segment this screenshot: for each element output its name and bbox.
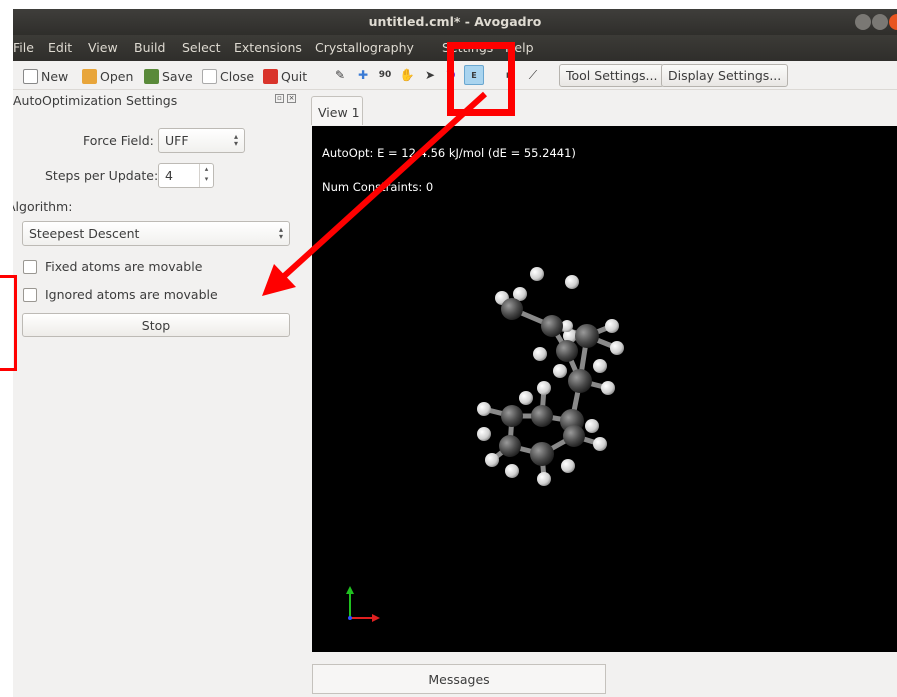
menu-bar: File Edit View Build Select Extensions C… — [13, 35, 897, 61]
updown-arrows-icon: ▴ ▾ — [278, 225, 283, 241]
folder-icon — [82, 68, 97, 84]
float-panel-icon[interactable]: ▫ — [275, 94, 284, 103]
power-icon — [263, 68, 278, 84]
main-toolbar: New Open Save Close Quit ✎ ✚ 90 ✋ ➤ ↻ E … — [13, 61, 897, 90]
new-button[interactable]: New — [23, 67, 68, 85]
steps-per-update-value: 4 — [165, 168, 173, 183]
fixed-atoms-checkbox[interactable] — [23, 260, 37, 274]
rotate-tool-icon[interactable]: ↻ — [443, 67, 459, 83]
messages-tab[interactable]: Messages — [312, 664, 606, 694]
panel-title: AutoOptimization Settings — [13, 93, 178, 108]
panel-controls: ▫ × — [275, 94, 296, 103]
display-settings-button[interactable]: Display Settings... — [661, 64, 789, 87]
align-tool-icon[interactable]: ⟋ — [525, 67, 541, 83]
menu-view[interactable]: View — [88, 40, 118, 55]
algorithm-select[interactable]: Steepest Descent ▴ ▾ — [22, 221, 290, 246]
force-field-select[interactable]: UFF ▴ ▾ — [158, 128, 245, 153]
steps-per-update-spinbox[interactable]: 4 ▴ ▾ — [158, 163, 214, 188]
axes-indicator — [346, 586, 380, 622]
draw-tool-icon[interactable]: ✎ — [332, 67, 348, 83]
close-doc-icon — [202, 68, 217, 84]
quit-label: Quit — [281, 68, 308, 84]
auto-optimization-panel: AutoOptimization Settings ▫ × Force Fiel… — [13, 90, 300, 697]
save-label: Save — [162, 68, 193, 84]
new-label: New — [41, 68, 69, 84]
navigate-tool-icon[interactable]: ✚ — [355, 67, 371, 83]
fixed-atoms-label: Fixed atoms are movable — [45, 259, 203, 274]
open-button[interactable]: Open — [82, 67, 133, 85]
save-icon — [144, 68, 159, 84]
menu-edit[interactable]: Edit — [48, 40, 72, 55]
force-field-label: Force Field: — [83, 133, 154, 148]
menu-settings[interactable]: Settings — [442, 40, 493, 55]
tool-settings-button[interactable]: Tool Settings... — [559, 64, 665, 87]
menu-select[interactable]: Select — [182, 40, 221, 55]
spin-arrows-icon[interactable]: ▴ ▾ — [199, 164, 213, 187]
menu-extensions[interactable]: Extensions — [234, 40, 302, 55]
molecule-render — [477, 267, 624, 486]
algorithm-label: Algorithm: — [13, 199, 73, 214]
title-bar: untitled.cml* - Avogadro — [13, 9, 897, 35]
minimize-button[interactable] — [855, 14, 871, 30]
avogadro-window: untitled.cml* - Avogadro File Edit View … — [13, 9, 897, 697]
menu-build[interactable]: Build — [134, 40, 165, 55]
quit-button[interactable]: Quit — [263, 67, 307, 85]
close-panel-icon[interactable]: × — [287, 94, 296, 103]
new-file-icon — [23, 68, 38, 84]
ignored-atoms-label: Ignored atoms are movable — [45, 287, 218, 302]
molecule-view[interactable]: AutoOpt: E = 12 4.56 kJ/mol (dE = 55.244… — [312, 126, 897, 652]
maximize-button[interactable] — [872, 14, 888, 30]
close-label: Close — [220, 68, 255, 84]
auto-optimize-tool-icon[interactable]: E — [464, 65, 484, 85]
measure-tool-icon[interactable]: 90 — [377, 67, 393, 83]
menu-help[interactable]: Help — [505, 40, 534, 55]
stop-button[interactable]: Stop — [22, 313, 290, 337]
manipulate-tool-icon[interactable]: ✋ — [399, 67, 415, 83]
save-button[interactable]: Save — [144, 67, 193, 85]
ignored-atoms-checkbox[interactable] — [23, 288, 37, 302]
window-title: untitled.cml* - Avogadro — [368, 14, 542, 29]
steps-per-update-label: Steps per Update: — [45, 168, 159, 183]
open-label: Open — [100, 68, 134, 84]
force-field-value: UFF — [165, 133, 189, 148]
menu-crystallography[interactable]: Crystallography — [315, 40, 414, 55]
algorithm-value: Steepest Descent — [29, 226, 140, 241]
menu-file[interactable]: File — [13, 40, 34, 55]
bond-centric-tool-icon[interactable]: ▮ — [500, 67, 516, 83]
updown-arrows-icon: ▴ ▾ — [233, 132, 238, 148]
tab-view-1[interactable]: View 1 — [311, 96, 363, 125]
close-button[interactable]: Close — [202, 67, 254, 85]
select-tool-icon[interactable]: ➤ — [422, 67, 438, 83]
